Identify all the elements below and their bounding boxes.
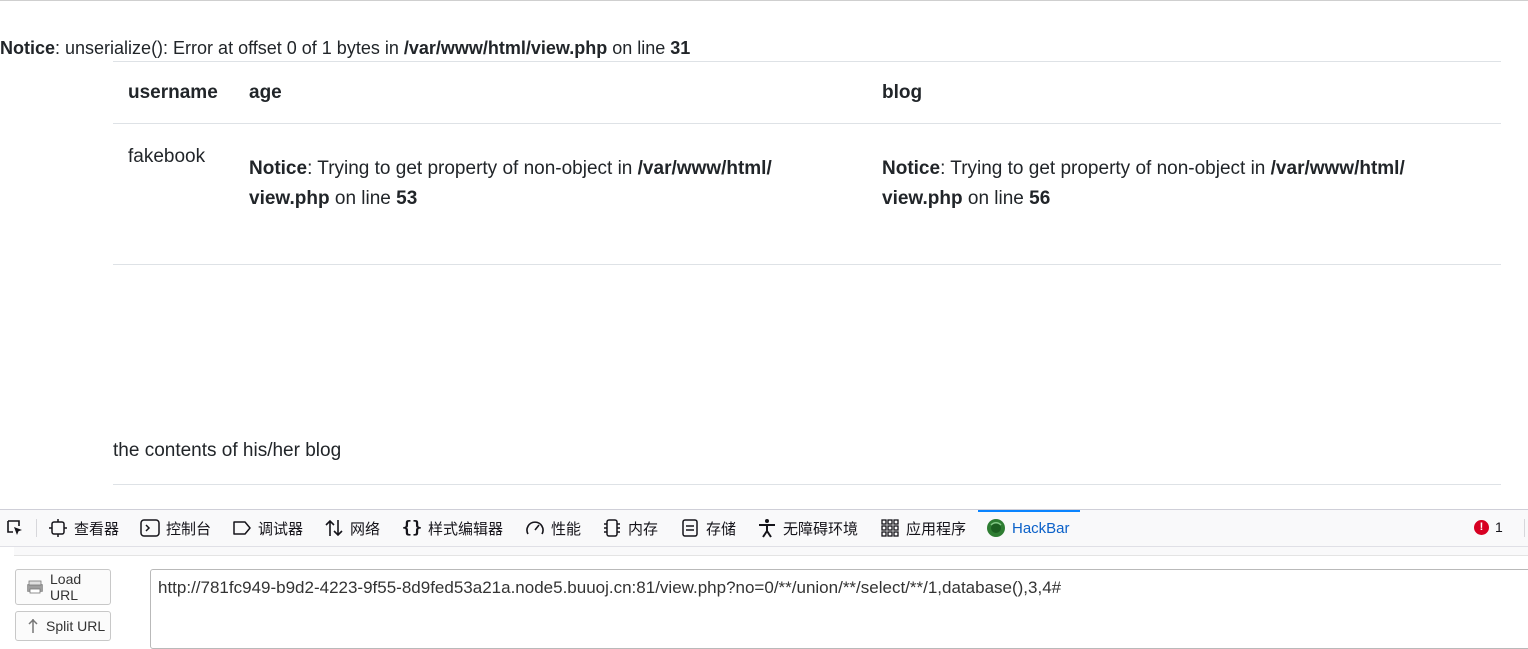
tab-hackbar[interactable]: HackBar xyxy=(978,510,1080,546)
style-editor-icon: {} xyxy=(401,518,423,538)
tab-storage[interactable]: 存储 xyxy=(680,510,736,546)
element-picker-icon xyxy=(5,518,25,538)
user-table: username age blog fakebook Notice: Tryin… xyxy=(113,61,1501,265)
header-blog: blog xyxy=(867,61,1501,124)
tab-label: 无障碍环境 xyxy=(783,520,859,538)
devtools-toolbar: 查看器 控制台 调试器 网络 {} 样式编辑器 性能 内存 存储 无障碍环境 应… xyxy=(0,510,1528,547)
table-header-row: username age blog xyxy=(113,61,1501,124)
tab-label: 控制台 xyxy=(166,520,212,538)
devtools-panel: 查看器 控制台 调试器 网络 {} 样式编辑器 性能 内存 存储 无障碍环境 应… xyxy=(0,509,1528,649)
hackbar-panel: Load URL Split URL http://781fc949-b9d2-… xyxy=(0,547,1528,649)
memory-icon xyxy=(602,518,622,538)
header-age: age xyxy=(234,61,867,124)
load-url-button[interactable]: Load URL xyxy=(15,569,111,605)
tab-style-editor[interactable]: {} 样式编辑器 xyxy=(402,510,503,546)
accessibility-icon xyxy=(757,518,777,538)
cell-blog: Notice: Trying to get property of non-ob… xyxy=(867,123,1501,265)
tab-application[interactable]: 应用程序 xyxy=(880,510,966,546)
notice-file: view.php xyxy=(249,188,330,209)
load-url-label: Load URL xyxy=(50,571,82,603)
storage-icon xyxy=(680,518,700,538)
inspector-icon xyxy=(48,518,68,538)
tab-label: HackBar xyxy=(1012,519,1070,537)
tab-inspector[interactable]: 查看器 xyxy=(48,510,119,546)
load-url-icon xyxy=(26,579,44,595)
tab-label: 调试器 xyxy=(258,520,304,538)
hackbar-icon xyxy=(986,518,1006,538)
notice-message: : Trying to get property of non-object i… xyxy=(940,158,1271,179)
debugger-icon xyxy=(232,518,252,538)
notice-label: Notice xyxy=(882,158,941,179)
notice-line: 53 xyxy=(396,188,418,209)
console-icon xyxy=(140,518,160,538)
tab-network[interactable]: 网络 xyxy=(324,510,380,546)
split-url-icon xyxy=(26,618,40,634)
split-url-button[interactable]: Split URL xyxy=(15,611,111,641)
blog-contents-text: the contents of his/her blog xyxy=(113,440,342,461)
cell-age: Notice: Trying to get property of non-ob… xyxy=(234,123,867,265)
notice-message: : Trying to get property of non-object i… xyxy=(307,158,638,179)
header-username: username xyxy=(113,61,234,124)
tab-memory[interactable]: 内存 xyxy=(602,510,658,546)
toolbar-separator xyxy=(36,519,37,537)
hackbar-menu-strip xyxy=(14,547,1528,556)
application-icon xyxy=(880,518,900,538)
notice-path: /var/www/html/ xyxy=(1270,158,1405,179)
notice-path: /var/www/html/ xyxy=(637,158,772,179)
notice-line: 31 xyxy=(670,38,691,58)
tab-label: 查看器 xyxy=(74,520,120,538)
top-divider xyxy=(0,0,1528,1)
notice-label: Notice xyxy=(0,38,56,58)
notice-file: view.php xyxy=(882,188,963,209)
tab-debugger[interactable]: 调试器 xyxy=(232,510,303,546)
url-input[interactable]: http://781fc949-b9d2-4223-9f55-8d9fed53a… xyxy=(150,569,1528,649)
tab-label: 样式编辑器 xyxy=(428,520,504,538)
notice-line: 56 xyxy=(1029,188,1051,209)
performance-icon xyxy=(525,518,545,538)
cell-username: fakebook xyxy=(113,123,234,265)
notice-message: : unserialize(): Error at offset 0 of 1 … xyxy=(55,38,404,58)
split-url-label: Split URL xyxy=(46,618,106,634)
error-icon: ! xyxy=(1474,519,1489,535)
unserialize-notice: Notice: unserialize(): Error at offset 0… xyxy=(0,36,690,60)
tab-label: 网络 xyxy=(350,520,381,538)
network-icon xyxy=(324,518,344,538)
tab-label: 应用程序 xyxy=(906,520,967,538)
age-notice: Notice: Trying to get property of non-ob… xyxy=(249,154,852,214)
notice-on-line: on line xyxy=(962,188,1030,209)
blog-notice: Notice: Trying to get property of non-ob… xyxy=(882,154,1486,214)
tab-label: 性能 xyxy=(551,520,582,538)
notice-on-line: on line xyxy=(329,188,397,209)
content-divider xyxy=(113,484,1501,485)
error-counter[interactable]: ! 1 xyxy=(1474,519,1503,535)
element-picker-button[interactable] xyxy=(5,510,31,546)
tab-label: 内存 xyxy=(628,520,659,538)
notice-label: Notice xyxy=(249,158,308,179)
toolbar-separator xyxy=(1524,519,1525,537)
tab-accessibility[interactable]: 无障碍环境 xyxy=(757,510,858,546)
table-row: fakebook Notice: Trying to get property … xyxy=(113,123,1501,265)
notice-path: /var/www/html/view.php xyxy=(403,38,608,58)
tab-label: 存储 xyxy=(706,520,737,538)
tab-performance[interactable]: 性能 xyxy=(525,510,581,546)
notice-on-line: on line xyxy=(607,38,671,58)
tab-console[interactable]: 控制台 xyxy=(140,510,211,546)
error-count: 1 xyxy=(1495,519,1503,535)
